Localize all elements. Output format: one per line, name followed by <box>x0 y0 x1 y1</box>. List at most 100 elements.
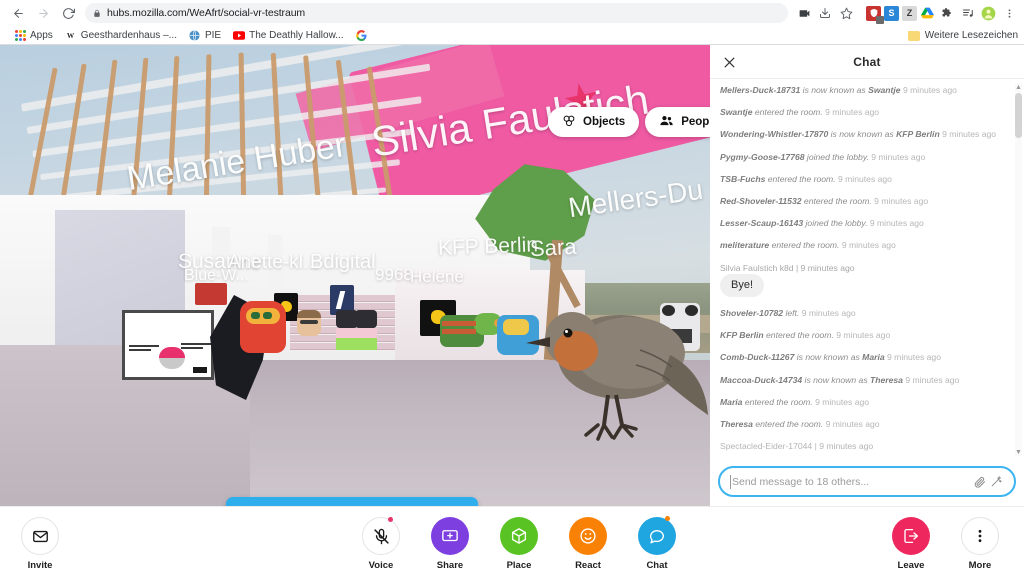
forward-button[interactable] <box>31 1 55 25</box>
bookmark-star-icon[interactable] <box>837 4 855 22</box>
playlist-extension-icon[interactable] <box>959 4 977 22</box>
browser-nav-row: hubs.mozilla.com/WeAfrt/social-vr-testra… <box>0 0 1024 26</box>
invite-label: Invite <box>27 560 53 571</box>
chat-scrollbar[interactable]: ▲ ▼ <box>1015 83 1022 456</box>
poster-red <box>195 283 227 305</box>
toolbar-left-group: Invite <box>14 517 66 571</box>
presentation-whiteboard[interactable] <box>122 310 214 380</box>
chat-button[interactable]: Chat <box>631 516 683 571</box>
chat-message-time: 9 minutes ago <box>823 418 880 429</box>
kebab-menu-icon <box>961 517 999 555</box>
chrome-menu-icon[interactable] <box>1000 4 1018 22</box>
chat-message-author: Red-Shoveler-11532 <box>720 195 802 206</box>
chat-message-list[interactable]: Mellers-Duck-18731 is now known as Swant… <box>710 79 1024 460</box>
chat-message: Silvia Faulstich k8d | 9 minutes ago Bye! <box>720 263 1014 297</box>
react-label: React <box>575 560 601 571</box>
evernote-extension-icon[interactable]: S <box>884 5 899 21</box>
avatar-green-duck[interactable] <box>440 307 510 355</box>
chat-message-header: Silvia Faulstich k8d | 9 minutes ago <box>720 262 855 273</box>
chat-input[interactable]: Send message to 18 others... <box>718 466 1016 497</box>
more-label: More <box>968 560 992 571</box>
chat-message-time: 9 minutes ago <box>902 374 960 385</box>
extensions-puzzle-icon[interactable] <box>938 4 956 22</box>
profile-avatar-icon[interactable] <box>980 5 997 22</box>
bookmark-google[interactable] <box>350 28 374 44</box>
chat-message: Maccoa-Duck-14734 is now known as Theres… <box>720 374 960 385</box>
voice-button[interactable]: Voice <box>355 517 407 571</box>
install-app-icon[interactable] <box>816 4 834 22</box>
chat-message-author: Maccoa-Duck-14734 <box>720 374 803 385</box>
back-button[interactable] <box>6 1 30 25</box>
avatar-head-1[interactable] <box>297 310 321 336</box>
chat-message-target: Theresa <box>870 374 903 385</box>
people-icon <box>659 114 674 131</box>
chat-header: Chat <box>710 45 1024 79</box>
paperclip-icon[interactable] <box>972 474 988 490</box>
chat-message-author: TSB-Fuchs <box>720 173 766 184</box>
folder-icon <box>907 30 920 41</box>
hubs-3d-scene[interactable]: Melanie Huber Silvia Faulstich Mellers-D… <box>0 45 710 506</box>
invite-button[interactable]: Invite <box>14 517 66 571</box>
globe-icon <box>189 30 201 42</box>
chat-message: Swantje entered the room. 9 minutes ago <box>720 107 880 118</box>
chat-message: KFP Berlin entered the room. 9 minutes a… <box>720 330 891 341</box>
zotero-extension-icon[interactable]: Z <box>902 5 917 21</box>
wikipedia-icon: W <box>65 30 77 42</box>
scroll-down-arrow[interactable]: ▼ <box>1015 448 1022 456</box>
bookmark-apps-label: Apps <box>30 30 53 41</box>
place-button[interactable]: Place <box>493 517 545 571</box>
chat-message: Pygmy-Goose-17768 joined the lobby. 9 mi… <box>720 151 926 162</box>
bookmark-pie[interactable]: PIE <box>183 28 227 44</box>
chat-message-author: Maria <box>720 396 743 407</box>
chat-message-author: Wondering-Whistler-17870 <box>720 129 829 140</box>
toolbar-right-group: Leave More <box>885 517 1006 571</box>
place-label: Place <box>506 560 532 571</box>
chat-message-time: 9 minutes ago <box>822 107 880 118</box>
objects-button[interactable]: Objects <box>548 107 640 137</box>
leave-label: Leave <box>897 560 925 571</box>
text-caret <box>730 474 731 489</box>
reload-button[interactable] <box>56 1 80 25</box>
chat-message-time: 9 minutes ago <box>871 195 929 206</box>
people-button[interactable]: People <box>645 107 710 137</box>
toolbar-center-group: Voice Share Place React Chat <box>355 516 683 571</box>
chat-panel: Chat Mellers-Duck-18731 is now known as … <box>710 45 1024 506</box>
chat-message-author: Mellers-Duck-18731 <box>720 85 801 95</box>
adblock-extension-icon[interactable] <box>866 5 884 24</box>
video-camera-icon[interactable] <box>795 4 813 22</box>
bookmark-deathly-hallows-label: The Deathly Hallow... <box>249 30 344 41</box>
svg-text:W: W <box>67 31 75 40</box>
envelope-icon <box>21 517 59 555</box>
magic-wand-icon[interactable] <box>988 474 1004 490</box>
share-label: Share <box>436 560 464 571</box>
more-button[interactable]: More <box>954 517 1006 571</box>
chat-message: Maria entered the room. 9 minutes ago <box>720 396 870 407</box>
chat-message-author: Shoveler-10782 <box>720 307 784 318</box>
bookmark-apps[interactable]: Apps <box>8 28 59 44</box>
scrollbar-thumb[interactable] <box>1015 93 1022 138</box>
chat-message-time: 9 minutes ago <box>900 85 957 95</box>
scroll-up-arrow[interactable]: ▲ <box>1015 83 1022 91</box>
bookmark-geesthardenhaus[interactable]: W Geesthardenhaus –... <box>59 28 183 44</box>
address-bar[interactable]: hubs.mozilla.com/WeAfrt/social-vr-testra… <box>85 3 788 23</box>
tour-tooltip: Welcome to Hubs! Let's take a quick tour… <box>226 497 478 506</box>
leave-button[interactable]: Leave <box>885 517 937 571</box>
avatar-red-duck[interactable] <box>240 301 286 353</box>
chat-message-target: Maria <box>862 352 885 363</box>
chat-message: Comb-Duck-11267 is now known as Maria 9 … <box>720 352 941 363</box>
bookmark-deathly-hallows[interactable]: The Deathly Hallow... <box>227 28 350 44</box>
close-icon[interactable] <box>720 53 738 71</box>
exit-icon <box>892 517 930 555</box>
google-drive-extension-icon[interactable] <box>920 6 935 21</box>
react-button[interactable]: React <box>562 517 614 571</box>
robin-bird-foreground <box>520 295 710 445</box>
other-bookmarks[interactable]: Weitere Lesezeichen <box>907 30 1018 41</box>
chat-message-time: 9 minutes ago <box>835 173 892 184</box>
chat-message-time: 9 minutes ago <box>884 352 941 363</box>
chat-message-author: Comb-Duck-11267 <box>720 352 795 363</box>
chat-message-author: meliterature <box>720 240 770 251</box>
bookmark-pie-label: PIE <box>204 30 222 41</box>
browser-toolbar-icons: S Z <box>795 4 1018 24</box>
avatar-pink-2[interactable] <box>355 310 377 350</box>
share-button[interactable]: Share <box>424 517 476 571</box>
